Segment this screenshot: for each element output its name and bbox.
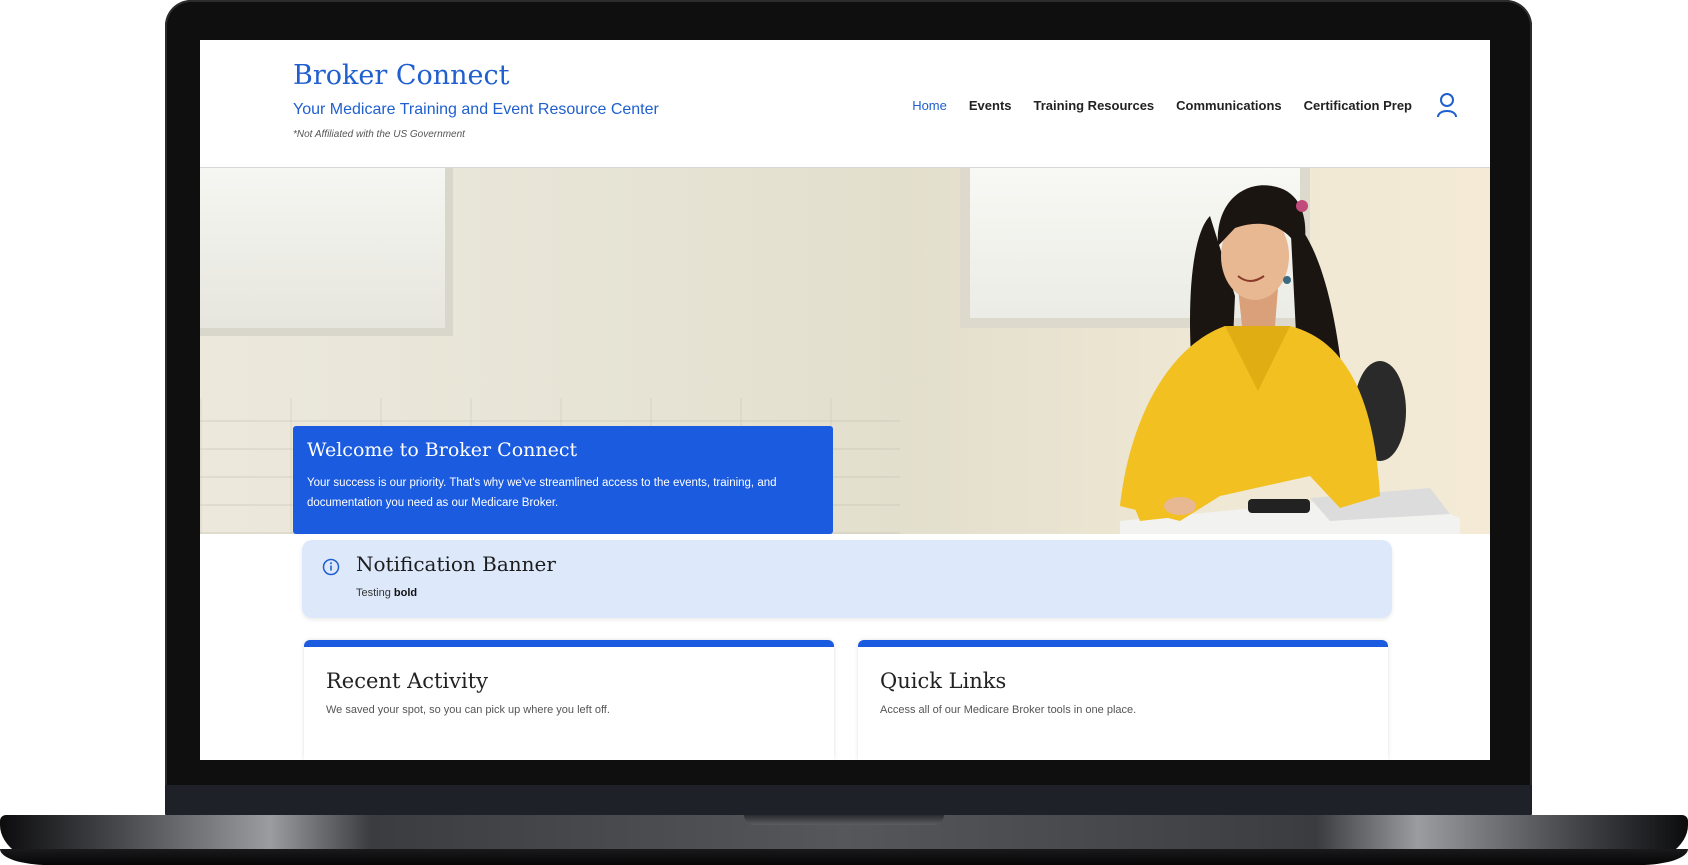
info-icon: [322, 558, 340, 576]
main-nav: Home Events Training Resources Communica…: [890, 92, 1458, 118]
welcome-title: Welcome to Broker Connect: [307, 439, 578, 461]
hero-banner: Welcome to Broker Connect Your success i…: [200, 168, 1490, 534]
notification-text-bold: bold: [393, 587, 418, 599]
browser-screen: Broker Connect Your Medicare Training an…: [200, 40, 1490, 760]
nav-certification-prep[interactable]: Certification Prep: [1304, 98, 1412, 113]
laptop-chin: [165, 785, 1532, 817]
hero-window-left: [200, 168, 453, 336]
user-icon[interactable]: [1436, 92, 1458, 118]
site-header: Broker Connect Your Medicare Training an…: [200, 40, 1490, 168]
quick-links-title: Quick Links: [880, 669, 1007, 693]
brand-disclaimer: *Not Affiliated with the US Government: [293, 129, 465, 140]
notification-banner: Notification Banner Testing bold: [302, 540, 1392, 618]
laptop-notch: [744, 815, 944, 825]
hero-person-image: [1120, 185, 1460, 534]
nav-home[interactable]: Home: [912, 98, 947, 113]
notification-title: Notification Banner: [356, 552, 556, 576]
brand-subtitle: Your Medicare Training and Event Resourc…: [293, 101, 659, 118]
recent-activity-text: We saved your spot, so you can pick up w…: [326, 704, 610, 716]
notification-text-prefix: Testing: [356, 587, 394, 599]
recent-activity-title: Recent Activity: [326, 669, 489, 693]
brand-title[interactable]: Broker Connect: [293, 60, 509, 91]
nav-training-resources[interactable]: Training Resources: [1034, 98, 1155, 113]
quick-links-text: Access all of our Medicare Broker tools …: [880, 704, 1137, 716]
notification-text: Testing bold: [356, 587, 417, 599]
nav-communications[interactable]: Communications: [1176, 98, 1281, 113]
quick-links-card: Quick Links Access all of our Medicare B…: [858, 640, 1388, 760]
nav-events[interactable]: Events: [969, 98, 1012, 113]
welcome-callout: Welcome to Broker Connect Your success i…: [293, 426, 833, 534]
recent-activity-card: Recent Activity We saved your spot, so y…: [304, 640, 834, 760]
welcome-text: Your success is our priority. That's why…: [307, 477, 777, 509]
